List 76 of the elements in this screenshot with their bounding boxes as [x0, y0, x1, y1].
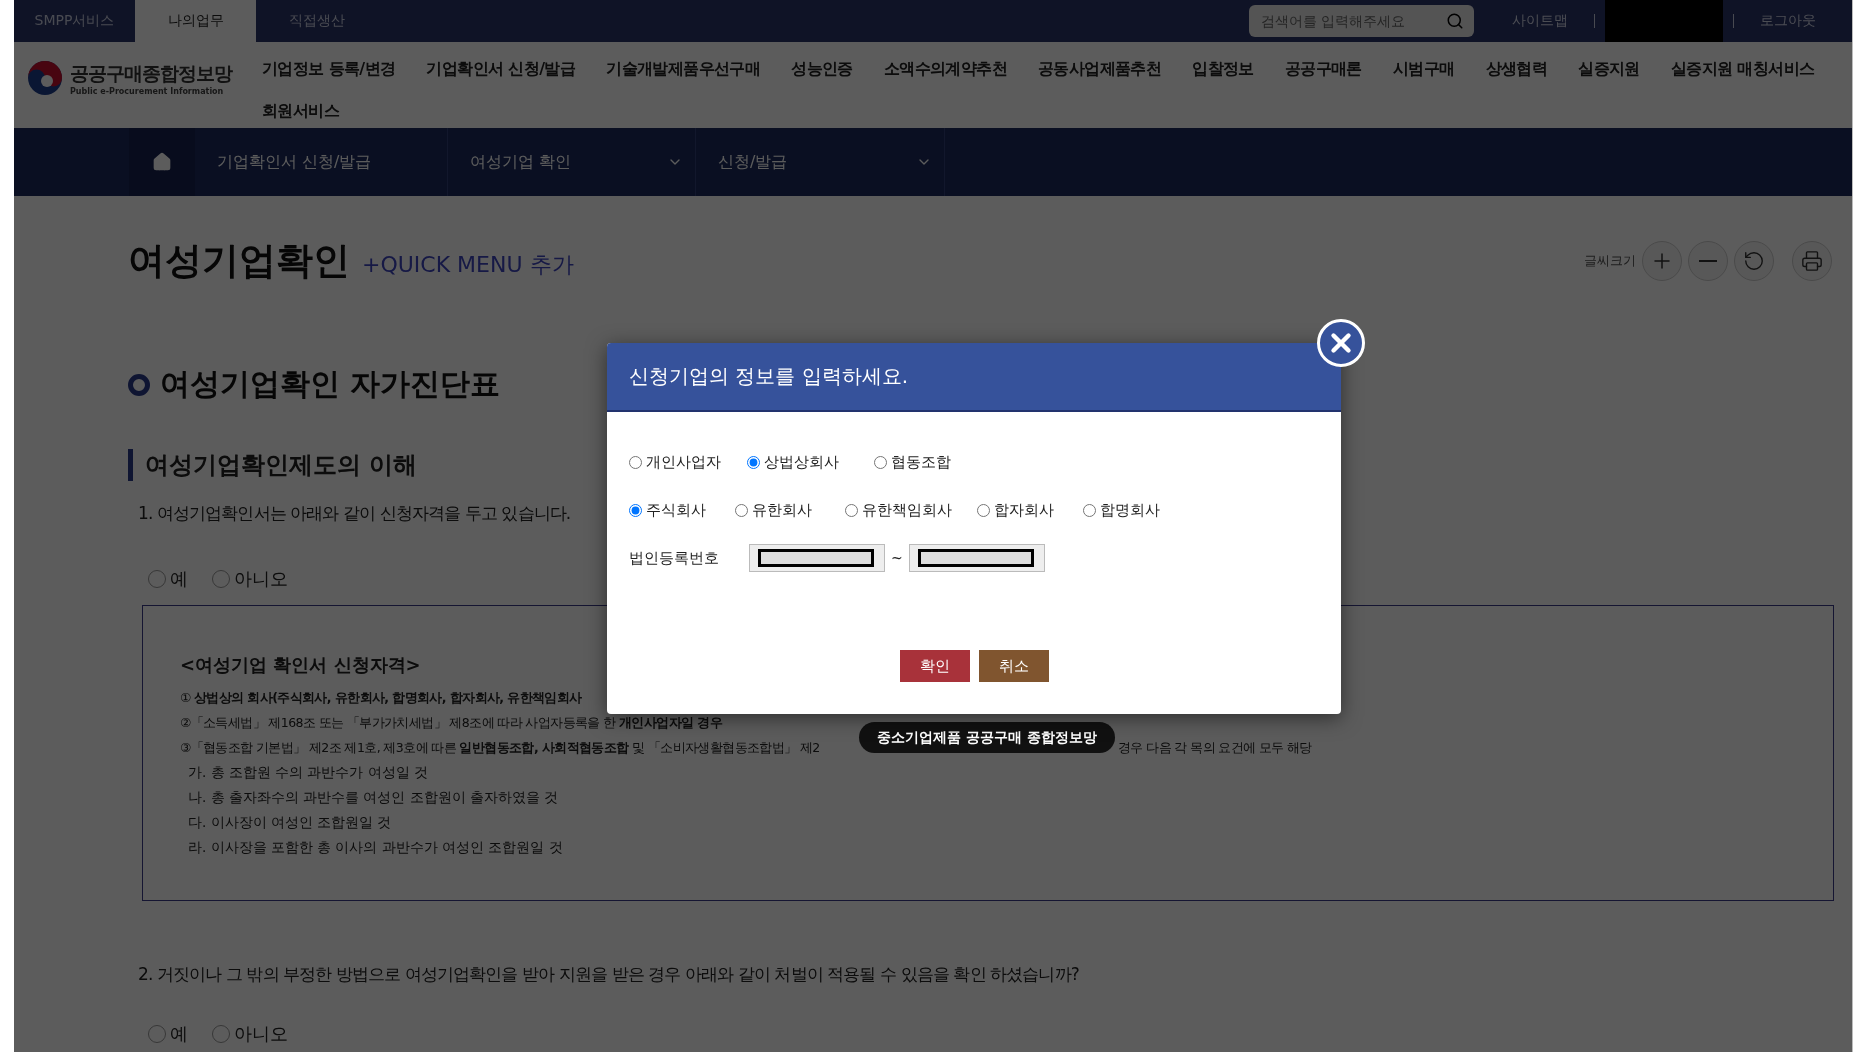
question-text: 2. 거짓이나 그 밖의 부정한 방법으로 여성기업확인을 받아 지원을 받은 경우 아래와 같이 처벌이 적용될 수 있음을 확인 하셨습니까? — [138, 963, 1079, 986]
qualification-item: ②「소득세법」 제168조 또는 「부가가치세법」 제8조에 따라 사업자등록을 한 개인사업자일 경우 — [180, 715, 722, 730]
refresh-icon — [1743, 250, 1765, 272]
radio-button[interactable] — [1083, 503, 1096, 517]
radio-button[interactable] — [148, 570, 166, 588]
qualification-item-continuation: 경우 다음 각 목의 요건에 모두 해당 — [1118, 739, 1312, 757]
breadcrumb-item[interactable]: 여성기업 확인 — [448, 128, 696, 196]
home-button[interactable] — [129, 128, 195, 196]
logo-subtitle: Public e-Procurement Information — [70, 86, 225, 96]
page-title: 여성기업확인 — [128, 238, 350, 284]
qualification-item: ① 상법상의 회사(주식회사, 유한회사, 합명회사, 합자회사, 유한책임회사 — [180, 690, 582, 705]
dialog-title: 신청기업의 정보를 입력하세요. — [629, 363, 909, 390]
zoom-out-button[interactable] — [1688, 241, 1728, 281]
separator-text: ~ — [891, 550, 903, 566]
breadcrumb-item[interactable]: 신청/발급 — [696, 128, 945, 196]
menu-item[interactable]: 기업확인서 신청/발급 — [426, 48, 576, 90]
input-field[interactable] — [908, 544, 1045, 572]
menu-item[interactable]: 입찰정보 — [1192, 48, 1254, 90]
home-icon — [152, 152, 172, 172]
input-field[interactable] — [749, 544, 885, 572]
radio-label: 주식회사 — [646, 500, 706, 520]
font-size-label: 글씨크기 — [1584, 252, 1636, 270]
menu-item[interactable]: 공공구매론 — [1284, 48, 1362, 90]
print-button[interactable] — [1792, 241, 1832, 281]
menu-item[interactable]: 기술개발제품우선구매 — [606, 48, 761, 90]
logo-title: 공공구매종합정보망 — [70, 60, 232, 86]
radio-button[interactable] — [977, 503, 990, 517]
field-label: 법인등록번호 — [629, 548, 720, 568]
radio-button[interactable] — [735, 503, 748, 517]
menu-item[interactable]: 소액수의계약추천 — [883, 48, 1008, 90]
radio-label: 상법상회사 — [764, 452, 839, 472]
qualification-sub-item: 나. 총 출자좌수의 과반수를 여성인 조합원이 출자하였을 것 — [188, 789, 559, 805]
quick-menu-link[interactable]: +QUICK MENU 추가 — [362, 250, 574, 280]
radio-label: 예 — [170, 567, 188, 591]
radio-label: 개인사업자 — [646, 452, 721, 472]
cancel-button[interactable]: 취소 — [978, 650, 1049, 682]
radio-label: 아니오 — [234, 567, 288, 591]
top-tab[interactable]: 나의업무 — [135, 0, 256, 42]
breadcrumb-item[interactable]: 기업확인서 신청/발급 — [195, 128, 448, 196]
menu-item[interactable]: 실증지원 매칭서비스 — [1670, 48, 1815, 90]
zoom-in-button[interactable] — [1642, 241, 1682, 281]
confirm-button[interactable]: 확인 — [899, 650, 970, 682]
menu-item[interactable]: 실증지원 — [1578, 48, 1640, 90]
radio-label: 합자회사 — [994, 500, 1054, 520]
radio-label: 아니오 — [234, 1022, 288, 1046]
radio-button[interactable] — [629, 503, 642, 517]
radio-button[interactable] — [148, 1025, 166, 1043]
radio-label: 합명회사 — [1100, 500, 1160, 520]
radio-button[interactable] — [629, 455, 642, 469]
reset-button[interactable] — [1734, 241, 1774, 281]
printer-icon — [1801, 250, 1823, 272]
qualification-sub-item: 다. 이사장이 여성인 조합원일 것 — [188, 814, 392, 830]
box-heading: <여성기업 확인서 신청자격> — [180, 653, 421, 677]
close-button[interactable] — [1317, 319, 1365, 367]
question-text: 1. 여성기업확인서는 아래와 같이 신청자격을 두고 있습니다. — [138, 502, 571, 525]
radio-button[interactable] — [845, 503, 858, 517]
search-icon[interactable] — [1446, 12, 1464, 30]
radio-label: 협동조합 — [891, 452, 951, 472]
qualification-sub-item: 라. 이사장을 포함한 총 이사의 과반수가 여성인 조합원일 것 — [188, 839, 563, 855]
radio-label: 예 — [170, 1022, 188, 1046]
menu-item[interactable]: 공동사업제품추천 — [1038, 48, 1162, 90]
radio-button[interactable] — [874, 455, 887, 469]
radio-button[interactable] — [212, 570, 230, 588]
tooltip: 중소기업제품 공공구매 종합정보망 — [859, 722, 1115, 753]
emblem-logo-icon — [26, 59, 64, 97]
qualification-sub-item: 가. 총 조합원 수의 과반수가 여성일 것 — [188, 764, 429, 780]
radio-label: 유한회사 — [752, 500, 812, 520]
radio-button[interactable] — [747, 455, 760, 469]
menu-item[interactable]: 기업정보 등록/변경 — [262, 48, 396, 90]
menu-item[interactable]: 성능인증 — [791, 48, 853, 90]
radio-label: 유한책임회사 — [862, 500, 952, 520]
qualification-item: ③「협동조합 기본법」 제2조 제1호, 제3호에 따른 일반협동조합, 사회적협동조합 및 「소비자생활협동조합법」 제2 — [180, 739, 820, 757]
menu-item[interactable]: 상생협력 — [1485, 48, 1548, 90]
minus-icon — [1699, 260, 1717, 262]
menu-item[interactable]: 시범구매 — [1392, 48, 1455, 90]
radio-button[interactable] — [212, 1025, 230, 1043]
